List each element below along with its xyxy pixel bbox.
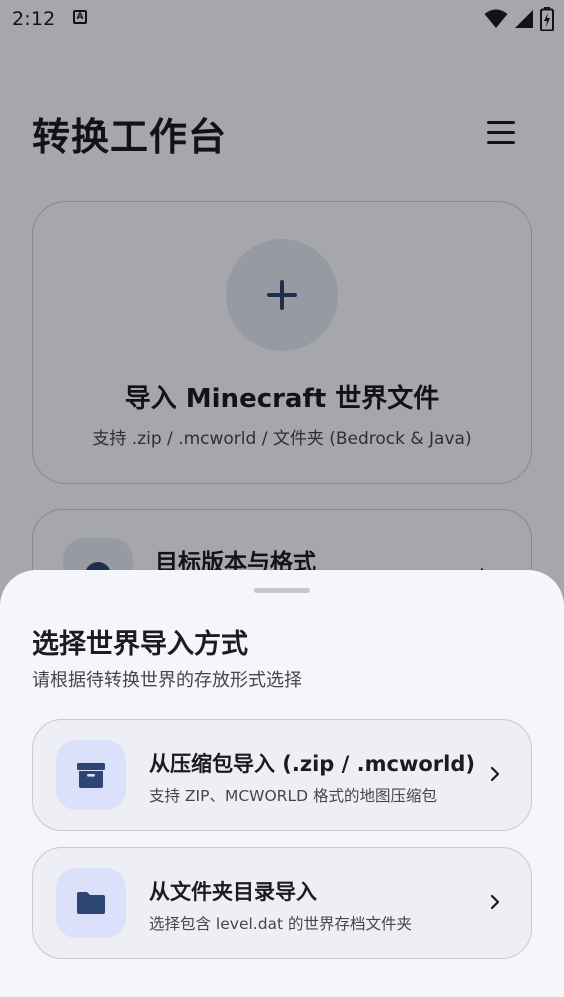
folder-icon (77, 892, 105, 914)
drag-handle[interactable] (254, 588, 310, 593)
import-from-archive-option[interactable]: 从压缩包导入 (.zip / .mcworld) 支持 ZIP、MCWORLD … (32, 719, 532, 831)
folder-icon-container (56, 868, 126, 938)
import-method-bottom-sheet: 选择世界导入方式 请根据待转换世界的存放形式选择 从压缩包导入 (.zip / … (0, 570, 564, 997)
screen: 2:12 A 转换工作台 导入 Minecraft 世界文件 支持 .zip /… (0, 0, 564, 997)
folder-option-subtitle: 选择包含 level.dat 的世界存档文件夹 (149, 915, 413, 933)
import-from-folder-option[interactable]: 从文件夹目录导入 选择包含 level.dat 的世界存档文件夹 (32, 847, 532, 959)
chevron-right-icon (490, 766, 500, 782)
chevron-right-icon (490, 894, 500, 910)
sheet-title: 选择世界导入方式 (32, 629, 248, 660)
archive-option-title: 从压缩包导入 (.zip / .mcworld) (149, 752, 475, 776)
folder-option-title: 从文件夹目录导入 (149, 880, 317, 904)
sheet-subtitle: 请根据待转换世界的存放形式选择 (32, 670, 302, 691)
archive-option-subtitle: 支持 ZIP、MCWORLD 格式的地图压缩包 (149, 787, 437, 805)
archive-icon (77, 763, 105, 788)
archive-icon-container (56, 740, 126, 810)
